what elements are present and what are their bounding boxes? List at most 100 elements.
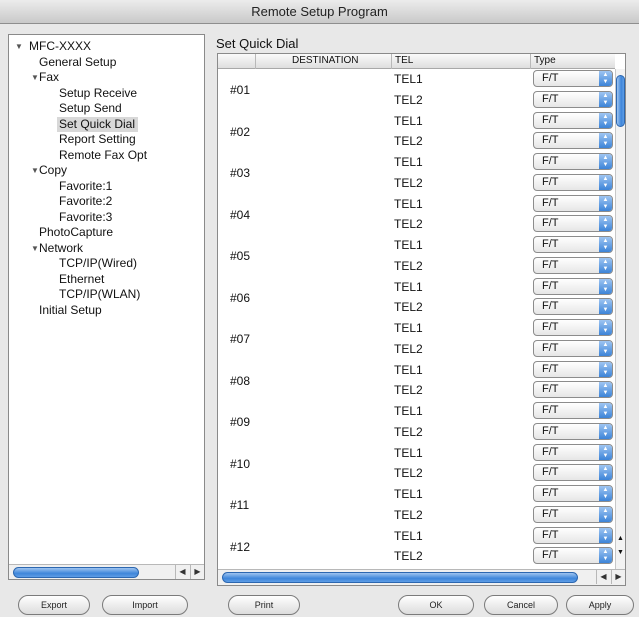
type-select[interactable]: F/T ▲ ▼	[533, 319, 613, 336]
up-down-stepper-icon[interactable]: ▲ ▼	[599, 548, 612, 563]
tree-item[interactable]: Initial Setup	[39, 303, 102, 318]
up-down-stepper-icon[interactable]: ▲ ▼	[599, 299, 612, 314]
table-row[interactable]: #03 TEL1 F/T ▲ ▼ TEL2 F/T ▲ ▼	[218, 152, 615, 193]
up-down-stepper-icon[interactable]: ▲ ▼	[599, 133, 612, 148]
type-select[interactable]: F/T ▲ ▼	[533, 526, 613, 544]
tree-item[interactable]: Ethernet	[59, 272, 104, 287]
type-select[interactable]: F/T ▲ ▼	[533, 153, 613, 170]
table-row[interactable]: #05 TEL1 F/T ▲ ▼ TEL2 F/T ▲ ▼	[218, 235, 615, 276]
type-select[interactable]: F/T ▲ ▼	[533, 236, 613, 253]
disclosure-triangle-icon[interactable]: ▼	[15, 39, 23, 54]
up-down-stepper-icon[interactable]: ▲ ▼	[599, 403, 612, 418]
tree-item[interactable]: Favorite:2	[59, 194, 112, 209]
table-scroll-thumb-vertical[interactable]	[616, 75, 625, 127]
table-row[interactable]: #06 TEL1 F/T ▲ ▼ TEL2 F/T ▲ ▼	[218, 277, 615, 318]
type-select[interactable]: F/T ▲ ▼	[533, 70, 613, 87]
up-down-stepper-icon[interactable]: ▲ ▼	[599, 465, 612, 480]
up-down-stepper-icon[interactable]: ▲ ▼	[599, 91, 612, 107]
up-down-stepper-icon[interactable]: ▲ ▼	[599, 195, 612, 211]
up-down-stepper-icon[interactable]: ▲ ▼	[599, 361, 612, 377]
up-down-stepper-icon[interactable]: ▲ ▼	[599, 112, 612, 128]
up-down-stepper-icon[interactable]: ▲ ▼	[599, 71, 612, 86]
tree-horizontal-scrollbar[interactable]: ◀ ▶	[9, 564, 204, 579]
table-row[interactable]: #07 TEL1 F/T ▲ ▼ TEL2 F/T ▲ ▼	[218, 318, 615, 359]
import-button[interactable]: Import	[102, 595, 188, 615]
tree-item[interactable]: Set Quick Dial	[57, 116, 139, 132]
tree-item[interactable]: Remote Fax Opt	[59, 148, 147, 163]
tree-item[interactable]: Favorite:1	[59, 179, 112, 194]
table-row[interactable]: #08 TEL1 F/T ▲ ▼ TEL2 F/T ▲ ▼	[218, 360, 615, 401]
tree-item[interactable]: Setup Send	[59, 101, 122, 116]
type-select[interactable]: F/T ▲ ▼	[533, 422, 613, 440]
type-select[interactable]: F/T ▲ ▼	[533, 360, 613, 378]
up-down-stepper-icon[interactable]: ▲ ▼	[599, 216, 612, 231]
table-row[interactable]: #02 TEL1 F/T ▲ ▼ TEL2 F/T ▲ ▼	[218, 111, 615, 152]
tree-item[interactable]: Report Setting	[59, 132, 136, 147]
table-row[interactable]: #04 TEL1 F/T ▲ ▼ TEL2 F/T ▲ ▼	[218, 194, 615, 235]
type-select[interactable]: F/T ▲ ▼	[533, 132, 613, 149]
up-down-stepper-icon[interactable]: ▲ ▼	[599, 340, 612, 356]
column-header-number[interactable]	[218, 54, 255, 69]
disclosure-triangle-icon[interactable]: ▼	[31, 163, 39, 178]
type-select[interactable]: F/T ▲ ▼	[533, 485, 613, 502]
disclosure-triangle-icon[interactable]: ▼	[31, 70, 39, 85]
table-row[interactable]: #09 TEL1 F/T ▲ ▼ TEL2 F/T ▲ ▼	[218, 401, 615, 442]
cancel-button[interactable]: Cancel	[484, 595, 558, 615]
tree-item[interactable]: Setup Receive	[59, 86, 137, 101]
tree-item[interactable]: Favorite:3	[59, 210, 112, 225]
tree-item[interactable]: TCP/IP(WLAN)	[59, 287, 140, 302]
column-header-tel[interactable]: TEL	[391, 54, 530, 69]
type-select[interactable]: F/T ▲ ▼	[533, 90, 613, 108]
table-scroll-thumb-horizontal[interactable]	[222, 572, 578, 583]
type-select[interactable]: F/T ▲ ▼	[533, 402, 613, 419]
up-down-stepper-icon[interactable]: ▲ ▼	[599, 278, 612, 294]
type-select[interactable]: F/T ▲ ▼	[533, 215, 613, 232]
scroll-right-arrow-icon[interactable]: ▶	[611, 570, 625, 584]
tree-item[interactable]: Fax	[39, 70, 59, 85]
table-row[interactable]: #11 TEL1 F/T ▲ ▼ TEL2 F/T ▲ ▼	[218, 484, 615, 525]
table-vertical-scrollbar[interactable]: ▲ ▼	[615, 69, 625, 569]
up-down-stepper-icon[interactable]: ▲ ▼	[599, 257, 612, 273]
tree-item[interactable]: Network	[39, 241, 83, 256]
table-row[interactable]: #01 TEL1 F/T ▲ ▼ TEL2 F/T ▲ ▼	[218, 69, 615, 110]
apply-button[interactable]: Apply	[566, 595, 634, 615]
scroll-right-arrow-icon[interactable]: ▶	[190, 565, 204, 579]
type-select[interactable]: F/T ▲ ▼	[533, 111, 613, 129]
scroll-up-arrow-icon[interactable]: ▲	[616, 535, 625, 542]
print-button[interactable]: Print	[228, 595, 300, 615]
up-down-stepper-icon[interactable]: ▲ ▼	[599, 174, 612, 190]
up-down-stepper-icon[interactable]: ▲ ▼	[599, 506, 612, 522]
up-down-stepper-icon[interactable]: ▲ ▼	[599, 423, 612, 439]
table-row[interactable]: #10 TEL1 F/T ▲ ▼ TEL2 F/T ▲ ▼	[218, 443, 615, 484]
table-row[interactable]: #12 TEL1 F/T ▲ ▼ TEL2 F/T ▲ ▼	[218, 526, 615, 567]
up-down-stepper-icon[interactable]: ▲ ▼	[599, 237, 612, 252]
disclosure-triangle-icon[interactable]: ▼	[31, 241, 39, 256]
table-horizontal-scrollbar[interactable]: ◀ ▶	[218, 569, 625, 585]
type-select[interactable]: F/T ▲ ▼	[533, 339, 613, 357]
up-down-stepper-icon[interactable]: ▲ ▼	[599, 382, 612, 397]
up-down-stepper-icon[interactable]: ▲ ▼	[599, 486, 612, 501]
up-down-stepper-icon[interactable]: ▲ ▼	[599, 320, 612, 335]
column-header-type[interactable]: Type	[530, 54, 615, 69]
tree-scroll-thumb[interactable]	[13, 567, 139, 578]
scroll-left-arrow-icon[interactable]: ◀	[175, 565, 189, 579]
column-header-destination[interactable]: DESTINATION	[255, 54, 391, 69]
type-select[interactable]: F/T ▲ ▼	[533, 194, 613, 212]
type-select[interactable]: F/T ▲ ▼	[533, 173, 613, 191]
type-select[interactable]: F/T ▲ ▼	[533, 505, 613, 523]
scroll-left-arrow-icon[interactable]: ◀	[596, 570, 610, 584]
type-select[interactable]: F/T ▲ ▼	[533, 381, 613, 398]
settings-tree[interactable]: Initial Setup TCP/IP(WLAN) Ethernet TCP/IP(…	[8, 34, 205, 580]
type-select[interactable]: F/T ▲ ▼	[533, 256, 613, 274]
type-select[interactable]: F/T ▲ ▼	[533, 277, 613, 295]
scroll-down-arrow-icon[interactable]: ▼	[616, 549, 625, 556]
type-select[interactable]: F/T ▲ ▼	[533, 464, 613, 481]
ok-button[interactable]: OK	[398, 595, 474, 615]
tree-item[interactable]: PhotoCapture	[39, 225, 113, 240]
up-down-stepper-icon[interactable]: ▲ ▼	[599, 527, 612, 543]
tree-item[interactable]: Copy	[39, 163, 67, 178]
type-select[interactable]: F/T ▲ ▼	[533, 298, 613, 315]
up-down-stepper-icon[interactable]: ▲ ▼	[599, 444, 612, 460]
tree-item[interactable]: General Setup	[39, 55, 116, 70]
export-button[interactable]: Export	[18, 595, 90, 615]
